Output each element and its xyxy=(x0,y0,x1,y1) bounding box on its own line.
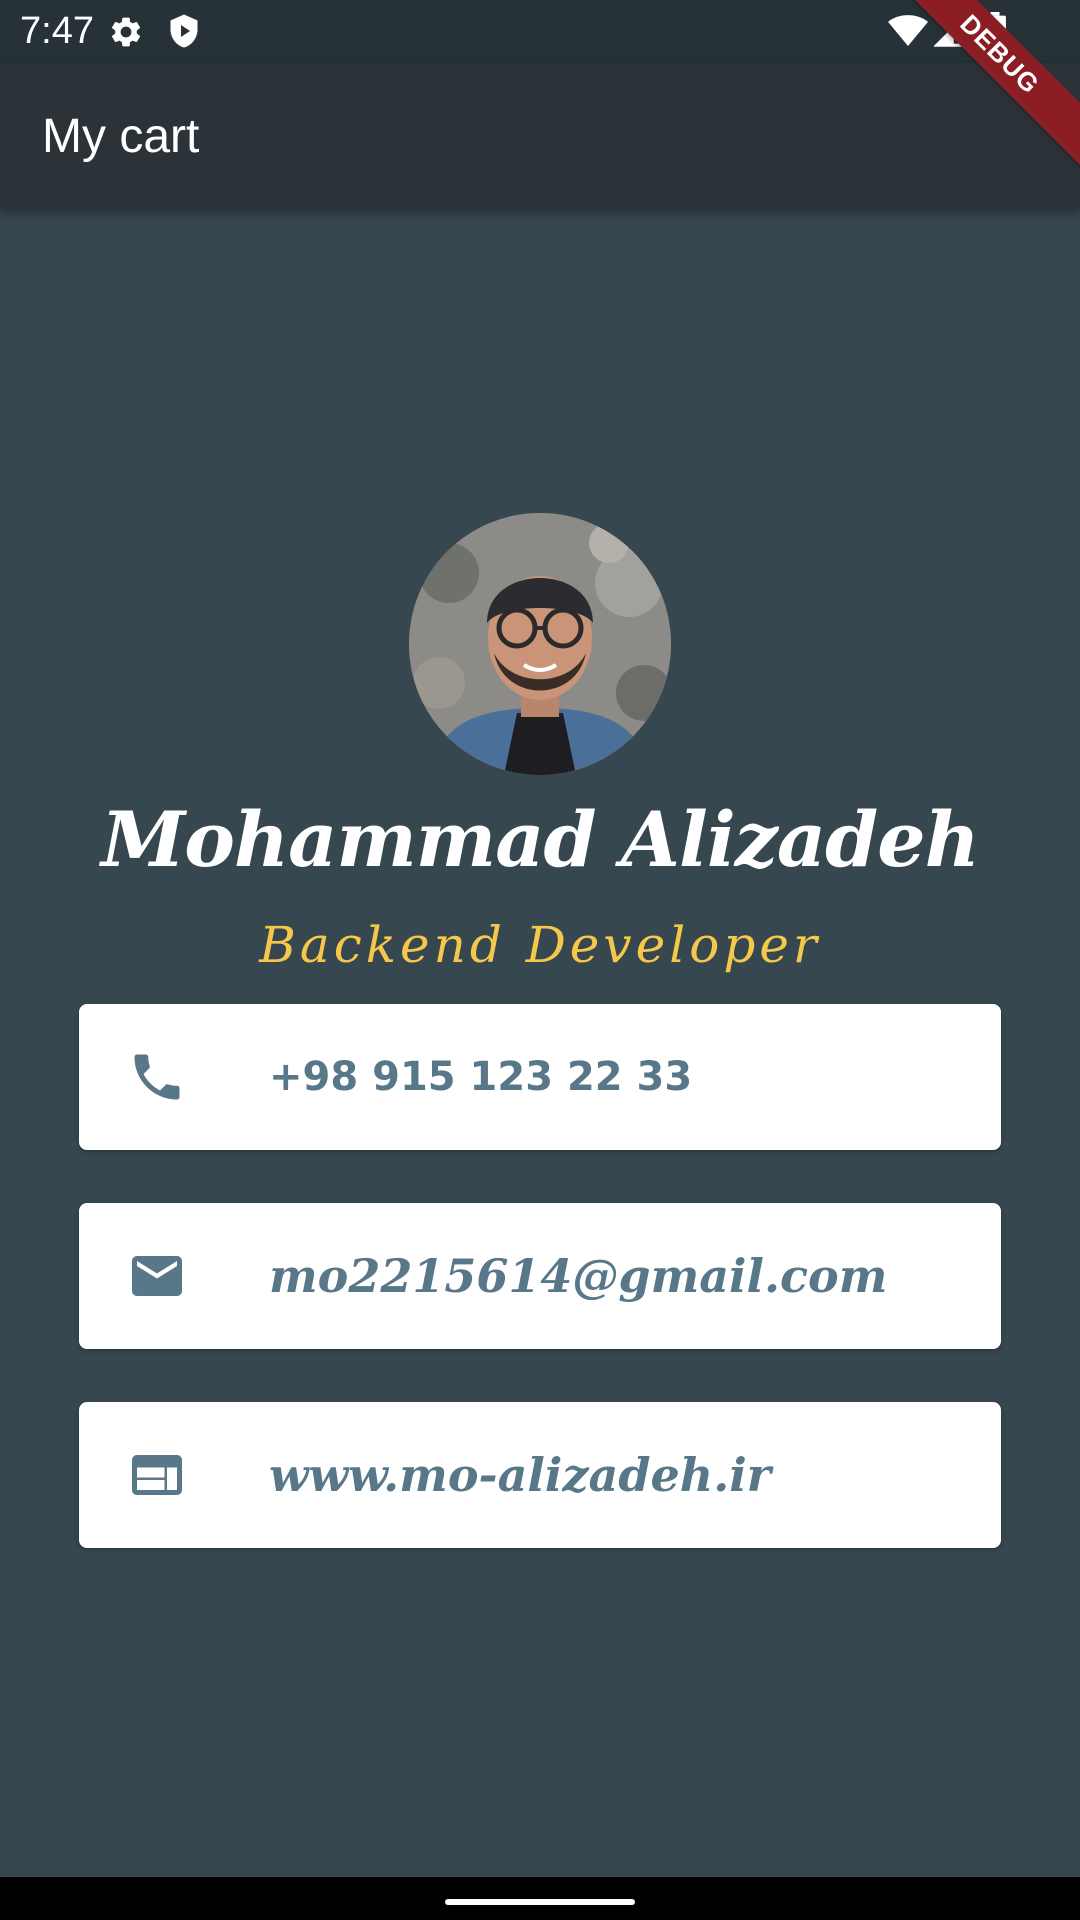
web-icon xyxy=(132,1455,182,1495)
phone-icon xyxy=(134,1054,180,1100)
email-address: mo2215614@gmail.com xyxy=(269,1249,888,1303)
shield-play-icon xyxy=(170,14,198,48)
phone-number: +98 915 123 22 33 xyxy=(269,1054,693,1100)
app-bar: My cart xyxy=(0,63,1080,209)
wifi-icon xyxy=(888,15,928,46)
avatar xyxy=(409,513,671,775)
website-url: www.mo-alizadeh.ir xyxy=(269,1448,771,1502)
app-screen: 7:47 My cart DEBUG Mohammad Alizadeh Bac… xyxy=(0,0,1080,1920)
email-card[interactable]: mo2215614@gmail.com xyxy=(79,1203,1001,1349)
gear-icon xyxy=(111,17,141,47)
phone-card[interactable]: +98 915 123 22 33 xyxy=(79,1004,1001,1150)
mail-icon xyxy=(132,1256,182,1296)
profile-title: Backend Developer xyxy=(259,916,821,974)
avatar-photo xyxy=(409,513,671,775)
page-title: My cart xyxy=(42,110,200,163)
status-time: 7:47 xyxy=(20,10,94,52)
website-card[interactable]: www.mo-alizadeh.ir xyxy=(79,1402,1001,1548)
status-bar: 7:47 xyxy=(0,0,1080,63)
navigation-bar xyxy=(0,1877,1080,1920)
home-gesture-handle[interactable] xyxy=(445,1899,635,1905)
profile-name: Mohammad Alizadeh xyxy=(101,795,980,884)
